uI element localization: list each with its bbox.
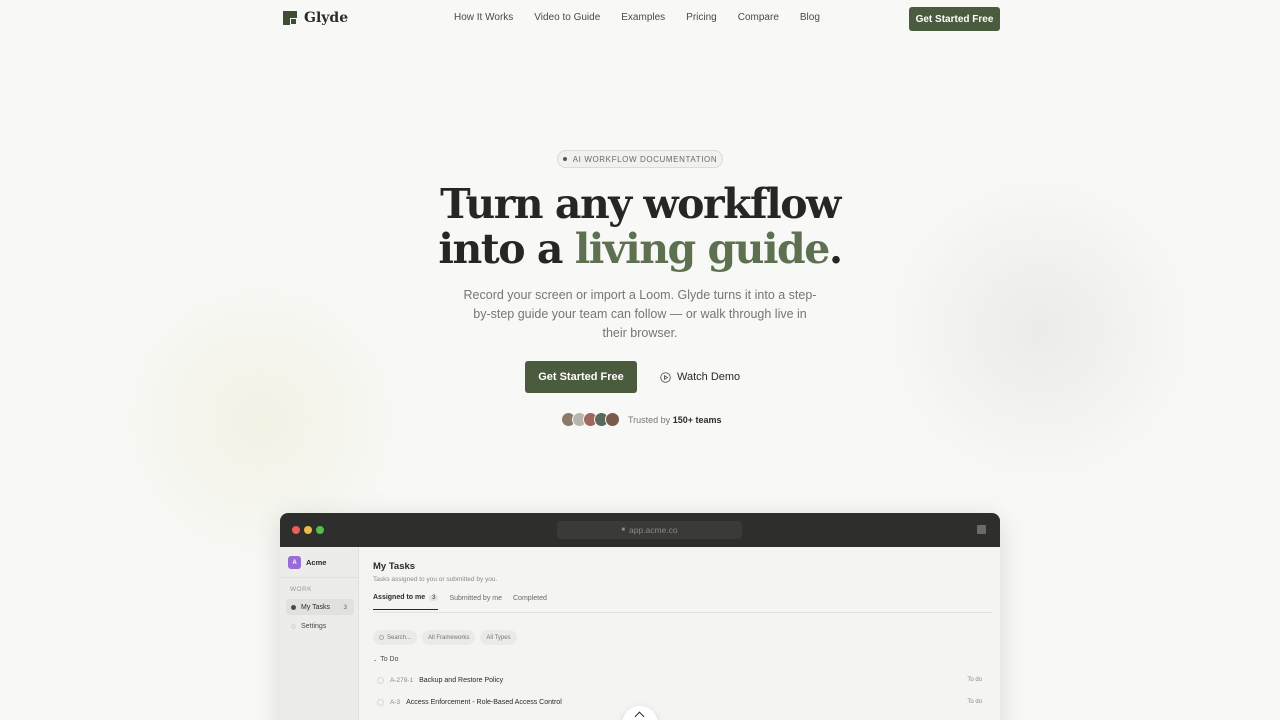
lock-icon: ■ — [621, 527, 625, 533]
brand-logo[interactable]: Glyde — [283, 10, 348, 26]
task-id: A-3 — [390, 698, 401, 706]
sidebar-item-count: 3 — [343, 603, 347, 611]
pill-dot-icon — [562, 157, 567, 161]
trust-count: 150+ teams — [672, 414, 722, 425]
trust-text: Trusted by 150+ teams — [628, 414, 722, 425]
settings-icon — [291, 623, 296, 629]
close-window-icon — [292, 526, 300, 534]
nav-link-pricing[interactable]: Pricing — [686, 12, 717, 23]
extension-icon — [977, 525, 986, 534]
headline-accent: living guide — [574, 225, 831, 273]
sidebar-item-my-tasks[interactable]: My Tasks 3 — [286, 599, 354, 615]
watch-demo-button[interactable]: Watch Demo — [660, 368, 740, 386]
filter-bar: Search... All Frameworks All Types — [373, 630, 517, 645]
workspace-switcher[interactable]: A Acme — [288, 556, 326, 569]
avatar-stack — [561, 412, 620, 427]
workspace-avatar: A — [288, 556, 301, 569]
task-status: To do — [967, 677, 982, 683]
top-nav: Glyde How It Works Video to Guide Exampl… — [0, 0, 1280, 36]
tab-assigned-to-me[interactable]: Assigned to me 3 — [373, 594, 439, 610]
nav-link-compare[interactable]: Compare — [738, 12, 779, 23]
task-row[interactable]: A-3 Access Enforcement - Role-Based Acce… — [377, 693, 982, 711]
task-search-input[interactable]: Search... — [373, 630, 418, 645]
search-icon — [379, 635, 384, 640]
task-title: Access Enforcement - Role-Based Access C… — [406, 698, 562, 706]
headline-line-2: into a living guide. — [0, 227, 1280, 272]
address-bar-url: app.acme.co — [628, 525, 678, 535]
nav-links: How It Works Video to Guide Examples Pri… — [454, 12, 820, 23]
sidebar-item-label: My Tasks — [301, 603, 331, 611]
nav-link-video-to-guide[interactable]: Video to Guide — [534, 12, 600, 23]
sidebar-item-label: Settings — [301, 622, 327, 630]
hero-headline: Turn any workflow into a living guide. — [0, 182, 1280, 272]
task-title: Backup and Restore Policy — [419, 676, 504, 684]
chevron-down-icon: ⌄ — [373, 656, 378, 663]
headline-post: . — [828, 225, 843, 273]
group-header-to-do[interactable]: ⌄ To Do — [373, 656, 399, 663]
page-subtitle: Tasks assigned to you or submitted by yo… — [373, 576, 498, 583]
app-main: My Tasks Tasks assigned to you or submit… — [359, 547, 1000, 720]
play-circle-icon — [660, 371, 671, 383]
watch-demo-label: Watch Demo — [677, 371, 741, 383]
page-title: My Tasks — [373, 561, 416, 572]
headline-line-1: Turn any workflow — [440, 180, 841, 228]
nav-link-examples[interactable]: Examples — [621, 12, 665, 23]
pill-label: AI WORKFLOW DOCUMENTATION — [572, 154, 718, 164]
nav-link-blog[interactable]: Blog — [800, 12, 820, 23]
maximize-window-icon — [316, 526, 324, 534]
headline-pre: into a — [438, 225, 575, 273]
task-checkbox[interactable] — [377, 698, 384, 706]
task-row[interactable]: A-279-1 Backup and Restore Policy To do — [377, 671, 982, 689]
logo-icon — [283, 11, 297, 25]
tab-submitted-by-me[interactable]: Submitted by me — [449, 594, 502, 610]
address-bar: ■ app.acme.co — [557, 521, 742, 539]
nav-link-how-it-works[interactable]: How It Works — [454, 12, 513, 23]
hero-pill-badge: AI WORKFLOW DOCUMENTATION — [557, 150, 723, 168]
framework-filter[interactable]: All Frameworks — [422, 630, 476, 645]
task-checkbox[interactable] — [377, 676, 384, 684]
workspace-name: Acme — [306, 558, 327, 567]
tasks-icon — [291, 604, 296, 610]
brand-name: Glyde — [304, 10, 349, 26]
task-id: A-279-1 — [390, 676, 414, 684]
avatar — [605, 412, 620, 427]
minimize-window-icon — [304, 526, 312, 534]
sidebar-section-label: WORK — [290, 586, 312, 593]
task-status: To do — [967, 699, 982, 705]
tab-completed[interactable]: Completed — [513, 594, 547, 610]
tab-count-badge: 3 — [429, 594, 439, 601]
hero-get-started-button[interactable]: Get Started Free — [525, 361, 637, 393]
sidebar-item-settings[interactable]: Settings — [286, 618, 354, 634]
hero-subtitle: Record your screen or import a Loom. Gly… — [463, 288, 817, 340]
app-sidebar: A Acme WORK My Tasks 3 Settings — [280, 547, 359, 720]
type-filter[interactable]: All Types — [480, 630, 517, 645]
task-tabs: Assigned to me 3 Submitted by me Complet… — [373, 594, 547, 610]
window-titlebar: ■ app.acme.co — [280, 513, 1000, 547]
app-preview-window: ■ app.acme.co A Acme WORK My Tasks 3 Set… — [280, 513, 1000, 720]
trust-row: Trusted by 150+ teams — [561, 412, 721, 427]
nav-get-started-button[interactable]: Get Started Free — [909, 7, 1000, 31]
